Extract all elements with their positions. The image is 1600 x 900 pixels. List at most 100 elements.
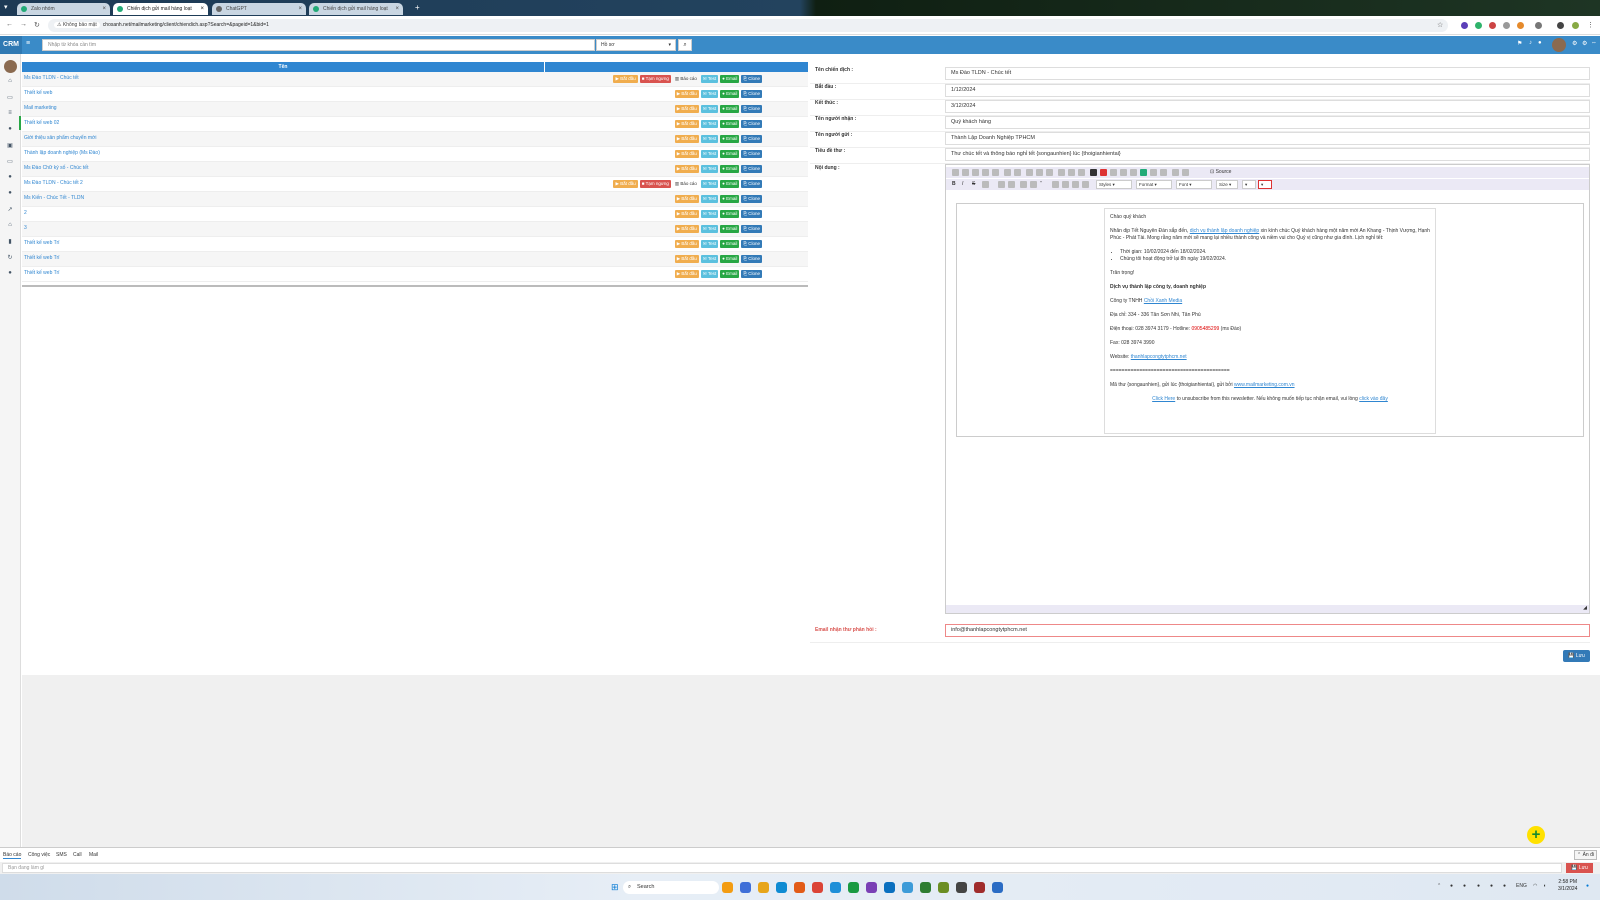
tray-app-icon[interactable]: ●	[1450, 883, 1453, 889]
campaign-name-input[interactable]: Ms Đào TLDN - Chúc tết	[945, 67, 1590, 80]
start-button[interactable]: ▶ Bắt đầu	[674, 165, 699, 173]
pause-button[interactable]: ■ Tạm ngưng	[639, 180, 671, 188]
close-icon[interactable]: ×	[298, 3, 302, 15]
editor-content-area[interactable]: Chào quý khách Nhân dịp Tết Nguyên Đán s…	[956, 203, 1584, 437]
task-view-icon[interactable]	[740, 882, 751, 893]
layers-icon[interactable]: ≡	[5, 110, 15, 116]
email-button[interactable]: ● Email	[720, 135, 740, 143]
start-button[interactable]: ▶ Bắt đầu	[674, 240, 699, 248]
campaign-name-link[interactable]: Thiết kế web	[24, 90, 52, 96]
tab-sms[interactable]: SMS	[56, 852, 67, 858]
clone-button[interactable]: ⎘ Clone	[741, 165, 762, 173]
indent-icon[interactable]	[1030, 181, 1037, 188]
close-icon[interactable]: ×	[200, 3, 204, 15]
zalo-icon[interactable]	[830, 882, 841, 893]
test-button[interactable]: ✉ Test	[700, 180, 719, 188]
firefox-icon[interactable]	[794, 882, 805, 893]
tab-report[interactable]: Báo cáo	[3, 852, 22, 859]
volume-icon[interactable]: ◖	[1543, 883, 1546, 889]
align-center-icon[interactable]	[1062, 181, 1069, 188]
search-input[interactable]: Nhập từ khóa cần tìm	[42, 39, 595, 51]
browser-tab[interactable]: Zalo nhóm ×	[17, 3, 110, 15]
email-button[interactable]: ● Email	[720, 150, 740, 158]
campaign-name-link[interactable]: Thành lập doanh nghiệp (Ms Đào)	[24, 150, 100, 156]
subject-input[interactable]: Thư chúc tết và thông báo nghỉ tết {song…	[945, 148, 1590, 161]
start-button[interactable]: ▶ Bắt đầu	[674, 105, 699, 113]
reply-email-input[interactable]: info@thanhlapcongtytphcm.net	[945, 624, 1590, 637]
vscode-icon[interactable]	[884, 882, 895, 893]
email-button[interactable]: ● Email	[720, 120, 740, 128]
language-indicator[interactable]: ENG	[1516, 883, 1527, 889]
anchor-icon[interactable]	[1078, 169, 1085, 176]
unsubscribe-link[interactable]: click vào đây	[1359, 396, 1388, 402]
sidepanel-icon[interactable]	[1557, 22, 1564, 29]
campaign-name-link[interactable]: Ms Kiến - Chúc Tết - TLDN	[24, 195, 84, 201]
notification-icon[interactable]: ●	[1538, 40, 1542, 46]
extension-icon[interactable]	[1475, 22, 1482, 29]
email-button[interactable]: ● Email	[720, 240, 740, 248]
report-button[interactable]: ▥ Báo cáo	[673, 75, 699, 83]
select-all-icon[interactable]	[1046, 169, 1053, 176]
font-dropdown[interactable]: Font ▾	[1176, 180, 1212, 189]
save-button[interactable]: 💾 Lưu	[1563, 650, 1590, 662]
column-header-name[interactable]: Tên	[22, 62, 545, 72]
start-button[interactable]: ▶ Bắt đầu	[674, 210, 699, 218]
app-icon[interactable]	[956, 882, 967, 893]
campaign-name-link[interactable]: Giới thiệu sản phẩm chuyển mới	[24, 135, 96, 141]
smiley-icon[interactable]	[1140, 169, 1147, 176]
start-button[interactable]: ▶ Bắt đầu	[674, 255, 699, 263]
styles-dropdown[interactable]: Styles ▾	[1096, 180, 1132, 189]
campaign-name-link[interactable]: Thiết kế web Trí	[24, 255, 60, 261]
test-button[interactable]: ✉ Test	[700, 195, 719, 203]
horizontal-rule-icon[interactable]	[1120, 169, 1127, 176]
app-icon[interactable]	[848, 882, 859, 893]
app-icon[interactable]	[902, 882, 913, 893]
outdent-icon[interactable]	[1020, 181, 1027, 188]
image-icon[interactable]	[1090, 169, 1097, 176]
recipient-input[interactable]: Quý khách hàng	[945, 116, 1590, 129]
test-button[interactable]: ✉ Test	[700, 135, 719, 143]
app-icon[interactable]	[920, 882, 931, 893]
end-date-input[interactable]: 3/12/2024	[945, 100, 1590, 113]
report-button[interactable]: ▥ Báo cáo	[673, 180, 699, 188]
start-button[interactable]: ▶ Bắt đầu	[674, 225, 699, 233]
home-icon[interactable]: ⌂	[5, 78, 15, 84]
website-link[interactable]: thanhlapcongtytphcm.net	[1131, 354, 1187, 360]
paste-word-icon[interactable]	[992, 169, 999, 176]
inbox-icon[interactable]: ▣	[5, 142, 15, 149]
note-save-button[interactable]: 💾 Lưu	[1566, 863, 1593, 873]
visual-studio-icon[interactable]	[866, 882, 877, 893]
back-icon[interactable]: ←	[6, 21, 13, 28]
clone-button[interactable]: ⎘ Clone	[741, 105, 762, 113]
email-button[interactable]: ● Email	[720, 105, 740, 113]
campaign-name-link[interactable]: 3	[24, 225, 27, 231]
start-date-input[interactable]: 1/12/2024	[945, 84, 1590, 97]
bookmark-star-icon[interactable]: ☆	[1437, 21, 1443, 29]
size-dropdown[interactable]: Size ▾	[1216, 180, 1238, 189]
profile-avatar[interactable]	[1572, 22, 1579, 29]
bg-color-button[interactable]: ▾	[1258, 180, 1272, 189]
puzzle-icon[interactable]	[1535, 22, 1542, 29]
extension-icon[interactable]	[1517, 22, 1524, 29]
edge-icon[interactable]	[776, 882, 787, 893]
service-link[interactable]: dịch vụ thành lập doanh nghiệp	[1190, 228, 1260, 234]
table-icon[interactable]	[1110, 169, 1117, 176]
clock[interactable]: 2:58 PM 3/1/2024	[1558, 879, 1577, 893]
email-button[interactable]: ● Email	[720, 165, 740, 173]
test-button[interactable]: ✉ Test	[700, 210, 719, 218]
app-icon[interactable]	[974, 882, 985, 893]
email-button[interactable]: ● Email	[720, 195, 740, 203]
text-color-button[interactable]: ▾	[1242, 180, 1256, 189]
browser-tab[interactable]: Chiến dịch gửi mail hàng loạt ×	[309, 3, 403, 15]
link-icon[interactable]	[1058, 169, 1065, 176]
test-button[interactable]: ✉ Test	[700, 75, 719, 83]
taskbar-search[interactable]: ⌕ Search	[623, 881, 719, 894]
browser-tab[interactable]: ChatGPT ×	[212, 3, 306, 15]
start-button[interactable]: ▶ Bắt đầu	[674, 120, 699, 128]
app-icon[interactable]	[992, 882, 1003, 893]
flag-icon[interactable]: ⚑	[1517, 40, 1522, 47]
add-button[interactable]: +	[1527, 826, 1545, 844]
home-icon[interactable]: ⌂	[5, 222, 15, 228]
mailmarketing-link[interactable]: www.mailmarketing.com.vn	[1234, 382, 1295, 388]
start-button[interactable]: ▶ Bắt đầu	[674, 195, 699, 203]
